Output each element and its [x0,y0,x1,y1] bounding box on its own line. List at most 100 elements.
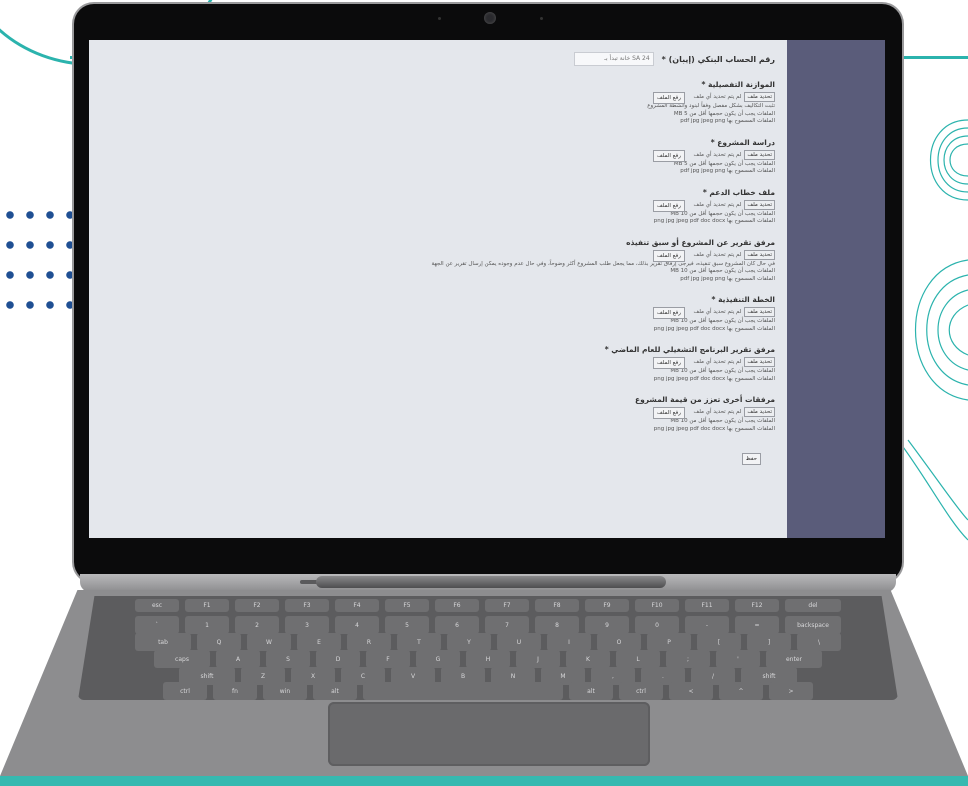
key[interactable]: alt [569,682,613,700]
key[interactable]: F3 [285,599,329,612]
key[interactable]: W [247,633,291,651]
section-title: مرفق تقرير البرنامج التشغيلي للعام الماض… [604,345,775,354]
key[interactable]: I [547,633,591,651]
choose-file-button[interactable]: تحديد ملف [744,149,775,160]
upload-section: مرفقات أخرى تعزز من قيمة المشروع تحديد مل… [175,395,775,433]
key[interactable]: = [735,616,779,634]
key[interactable]: L [616,650,660,668]
choose-file-button[interactable]: تحديد ملف [744,92,775,102]
choose-file-button[interactable]: تحديد ملف [744,199,775,210]
choose-file-button[interactable]: تحديد ملف [744,249,775,260]
key[interactable]: F2 [235,599,279,612]
upload-button[interactable]: رفع الملف [653,199,685,212]
key[interactable]: 5 [385,616,429,634]
key[interactable]: F1 [185,599,229,612]
key[interactable]: F9 [585,599,629,612]
file-input[interactable]: تحديد ملف لم يتم تحديد أي ملف [175,249,775,260]
key[interactable]: ` [135,616,179,634]
key[interactable]: Y [447,633,491,651]
account-label: رقم الحساب البنكي (إيبان) * [661,54,775,64]
key[interactable]: 6 [435,616,479,634]
save-button[interactable]: حفظ [741,453,761,465]
key[interactable]: ctrl [163,682,207,700]
upload-button[interactable]: رفع الملف [653,92,685,104]
file-input[interactable]: تحديد ملف لم يتم تحديد أي ملف [175,199,775,210]
key[interactable]: U [497,633,541,651]
key[interactable]: F6 [435,599,479,612]
screen: رقم الحساب البنكي (إيبان) * SA 24 خانة ت… [89,40,885,538]
key[interactable]: backspace [785,616,841,634]
upload-button[interactable]: رفع الملف [653,407,685,419]
key[interactable]: 3 [285,616,329,634]
key[interactable]: K [566,650,610,668]
upload-section: مرفق تقرير البرنامج التشغيلي للعام الماض… [175,345,775,383]
file-input[interactable]: تحديد ملف لم يتم تحديد أي ملف [175,92,775,102]
key[interactable]: R [347,633,391,651]
section-title: الخطة التنفيذية * [711,295,775,304]
key[interactable]: 2 [235,616,279,634]
key[interactable]: D [316,650,360,668]
key[interactable]: \ [797,633,841,651]
key[interactable]: 1 [185,616,229,634]
key[interactable]: alt [313,682,357,700]
upload-button[interactable]: رفع الملف [653,149,685,162]
key[interactable]: ; [666,650,710,668]
sensor-icon [540,17,543,20]
key[interactable]: S [266,650,310,668]
key[interactable]: T [397,633,441,651]
key[interactable]: > [769,682,813,700]
key[interactable]: 9 [585,616,629,634]
key[interactable]: esc [135,599,179,612]
key[interactable]: win [263,682,307,700]
key[interactable]: 0 [635,616,679,634]
key[interactable]: G [416,650,460,668]
trackpad[interactable] [328,702,650,766]
key[interactable]: F5 [385,599,429,612]
section-title: الموازنة التفصيلية * [701,80,775,89]
key[interactable]: ' [716,650,760,668]
key[interactable]: ] [747,633,791,651]
key[interactable]: enter [766,650,822,668]
key[interactable]: J [516,650,560,668]
key[interactable]: F7 [485,599,529,612]
key[interactable]: 4 [335,616,379,634]
key[interactable]: O [597,633,641,651]
key[interactable]: fn [213,682,257,700]
choose-file-button[interactable]: تحديد ملف [744,407,775,417]
upload-button[interactable]: رفع الملف [653,357,685,369]
choose-file-button[interactable]: تحديد ملف [744,357,775,367]
upload-button[interactable]: رفع الملف [653,307,685,319]
key[interactable]: [ [697,633,741,651]
key[interactable]: F10 [635,599,679,612]
sensor-icon [438,17,441,20]
key[interactable]: caps [154,650,210,668]
key[interactable]: 7 [485,616,529,634]
key[interactable]: < [669,682,713,700]
key[interactable]: ctrl [619,682,663,700]
key[interactable]: Q [197,633,241,651]
key[interactable]: A [216,650,260,668]
file-input[interactable]: تحديد ملف لم يتم تحديد أي ملف [175,149,775,160]
key[interactable]: F4 [335,599,379,612]
iban-input[interactable]: SA 24 خانة تبدأ بـ [573,52,654,66]
key[interactable]: tab [135,633,191,651]
key[interactable]: F [366,650,410,668]
choose-file-button[interactable]: تحديد ملف [744,307,775,317]
key[interactable]: F8 [535,599,579,612]
file-input[interactable]: تحديد ملف لم يتم تحديد أي ملف [175,307,775,317]
key[interactable]: E [297,633,341,651]
no-file-label: لم يتم تحديد أي ملف [693,409,742,415]
key[interactable]: 8 [535,616,579,634]
camera-icon [484,12,496,24]
key[interactable]: P [647,633,691,651]
upload-button[interactable]: رفع الملف [653,249,685,262]
key[interactable]: ^ [719,682,763,700]
key[interactable]: - [685,616,729,634]
file-input[interactable]: تحديد ملف لم يتم تحديد أي ملف [175,407,775,417]
key[interactable]: H [466,650,510,668]
key[interactable]: F12 [735,599,779,612]
file-input[interactable]: تحديد ملف لم يتم تحديد أي ملف [175,357,775,367]
key[interactable] [363,682,563,700]
key[interactable]: del [785,599,841,612]
key[interactable]: F11 [685,599,729,612]
